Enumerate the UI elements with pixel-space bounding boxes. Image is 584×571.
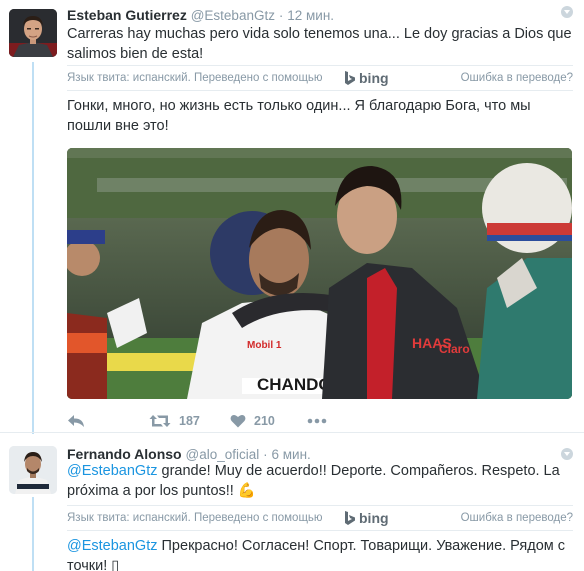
avatar[interactable] bbox=[9, 9, 57, 57]
handle[interactable]: @EstebanGtz bbox=[191, 8, 275, 23]
reply-icon bbox=[68, 415, 84, 427]
translation-error-link[interactable]: Ошибка в переводе? bbox=[461, 506, 573, 530]
handle[interactable]: @alo_oficial bbox=[185, 447, 259, 462]
tweet-photo[interactable]: CHANDON Mobil 1 HAAS Claro bbox=[67, 148, 572, 399]
translation-label: Язык твита: испанский. Переведено с помо… bbox=[67, 72, 323, 84]
tweet-actions: 187 210 bbox=[67, 410, 367, 432]
retweet-button[interactable]: 187 bbox=[149, 410, 200, 432]
reply-button[interactable] bbox=[67, 410, 85, 432]
more-icon bbox=[307, 418, 327, 424]
tweet-header: Esteban Gutierrez @EstebanGtz · 12 мин. bbox=[67, 6, 334, 24]
retweet-icon bbox=[149, 415, 171, 427]
caret-icon[interactable] bbox=[561, 448, 573, 460]
bing-logo-icon bbox=[345, 71, 355, 85]
translated-text: Гонки, много, но жизнь есть только один.… bbox=[67, 98, 531, 134]
tweet-text: @EstebanGtz grande! Muy de acuerdo!! Dep… bbox=[67, 461, 572, 501]
tweet-text: Carreras hay muchas pero vida solo tenem… bbox=[67, 26, 572, 62]
bing-logo[interactable]: bing bbox=[345, 66, 389, 90]
translation-bar: Язык твита: испанский. Переведено с помо… bbox=[67, 65, 573, 91]
fullname[interactable]: Esteban Gutierrez bbox=[67, 7, 187, 23]
like-count: 210 bbox=[254, 414, 275, 428]
bing-label: bing bbox=[359, 70, 389, 86]
avatar[interactable] bbox=[9, 446, 57, 494]
translation-bar: Язык твита: испанский. Переведено с помо… bbox=[67, 505, 573, 531]
media-text-mobil: Mobil 1 bbox=[247, 340, 282, 351]
bing-logo[interactable]: bing bbox=[345, 506, 389, 530]
translation-label: Язык твита: испанский. Переведено с помо… bbox=[67, 512, 323, 524]
mention-link[interactable]: @EstebanGtz bbox=[67, 463, 157, 479]
tweet: Esteban Gutierrez @EstebanGtz · 12 мин. … bbox=[0, 0, 584, 432]
separator: · bbox=[263, 447, 268, 462]
translated-text: @EstebanGtz Прекрасно! Согласен! Спорт. … bbox=[67, 536, 572, 571]
like-button[interactable]: 210 bbox=[230, 410, 275, 432]
retweet-count: 187 bbox=[179, 414, 200, 428]
media-text-claro: Claro bbox=[439, 342, 470, 356]
bing-label: bing bbox=[359, 510, 389, 526]
timestamp[interactable]: 12 мин. bbox=[287, 8, 334, 23]
tweet: Fernando Alonso @alo_oficial · 6 мин. @E… bbox=[0, 432, 584, 571]
mention-link[interactable]: @EstebanGtz bbox=[67, 538, 157, 554]
translation-error-link[interactable]: Ошибка в переводе? bbox=[461, 66, 573, 90]
separator: · bbox=[278, 8, 284, 23]
caret-icon[interactable] bbox=[561, 6, 573, 18]
timestamp[interactable]: 6 мин. bbox=[272, 447, 311, 462]
fullname[interactable]: Fernando Alonso bbox=[67, 446, 182, 462]
bing-logo-icon bbox=[345, 511, 355, 525]
heart-icon bbox=[230, 414, 246, 428]
more-button[interactable] bbox=[307, 410, 327, 432]
